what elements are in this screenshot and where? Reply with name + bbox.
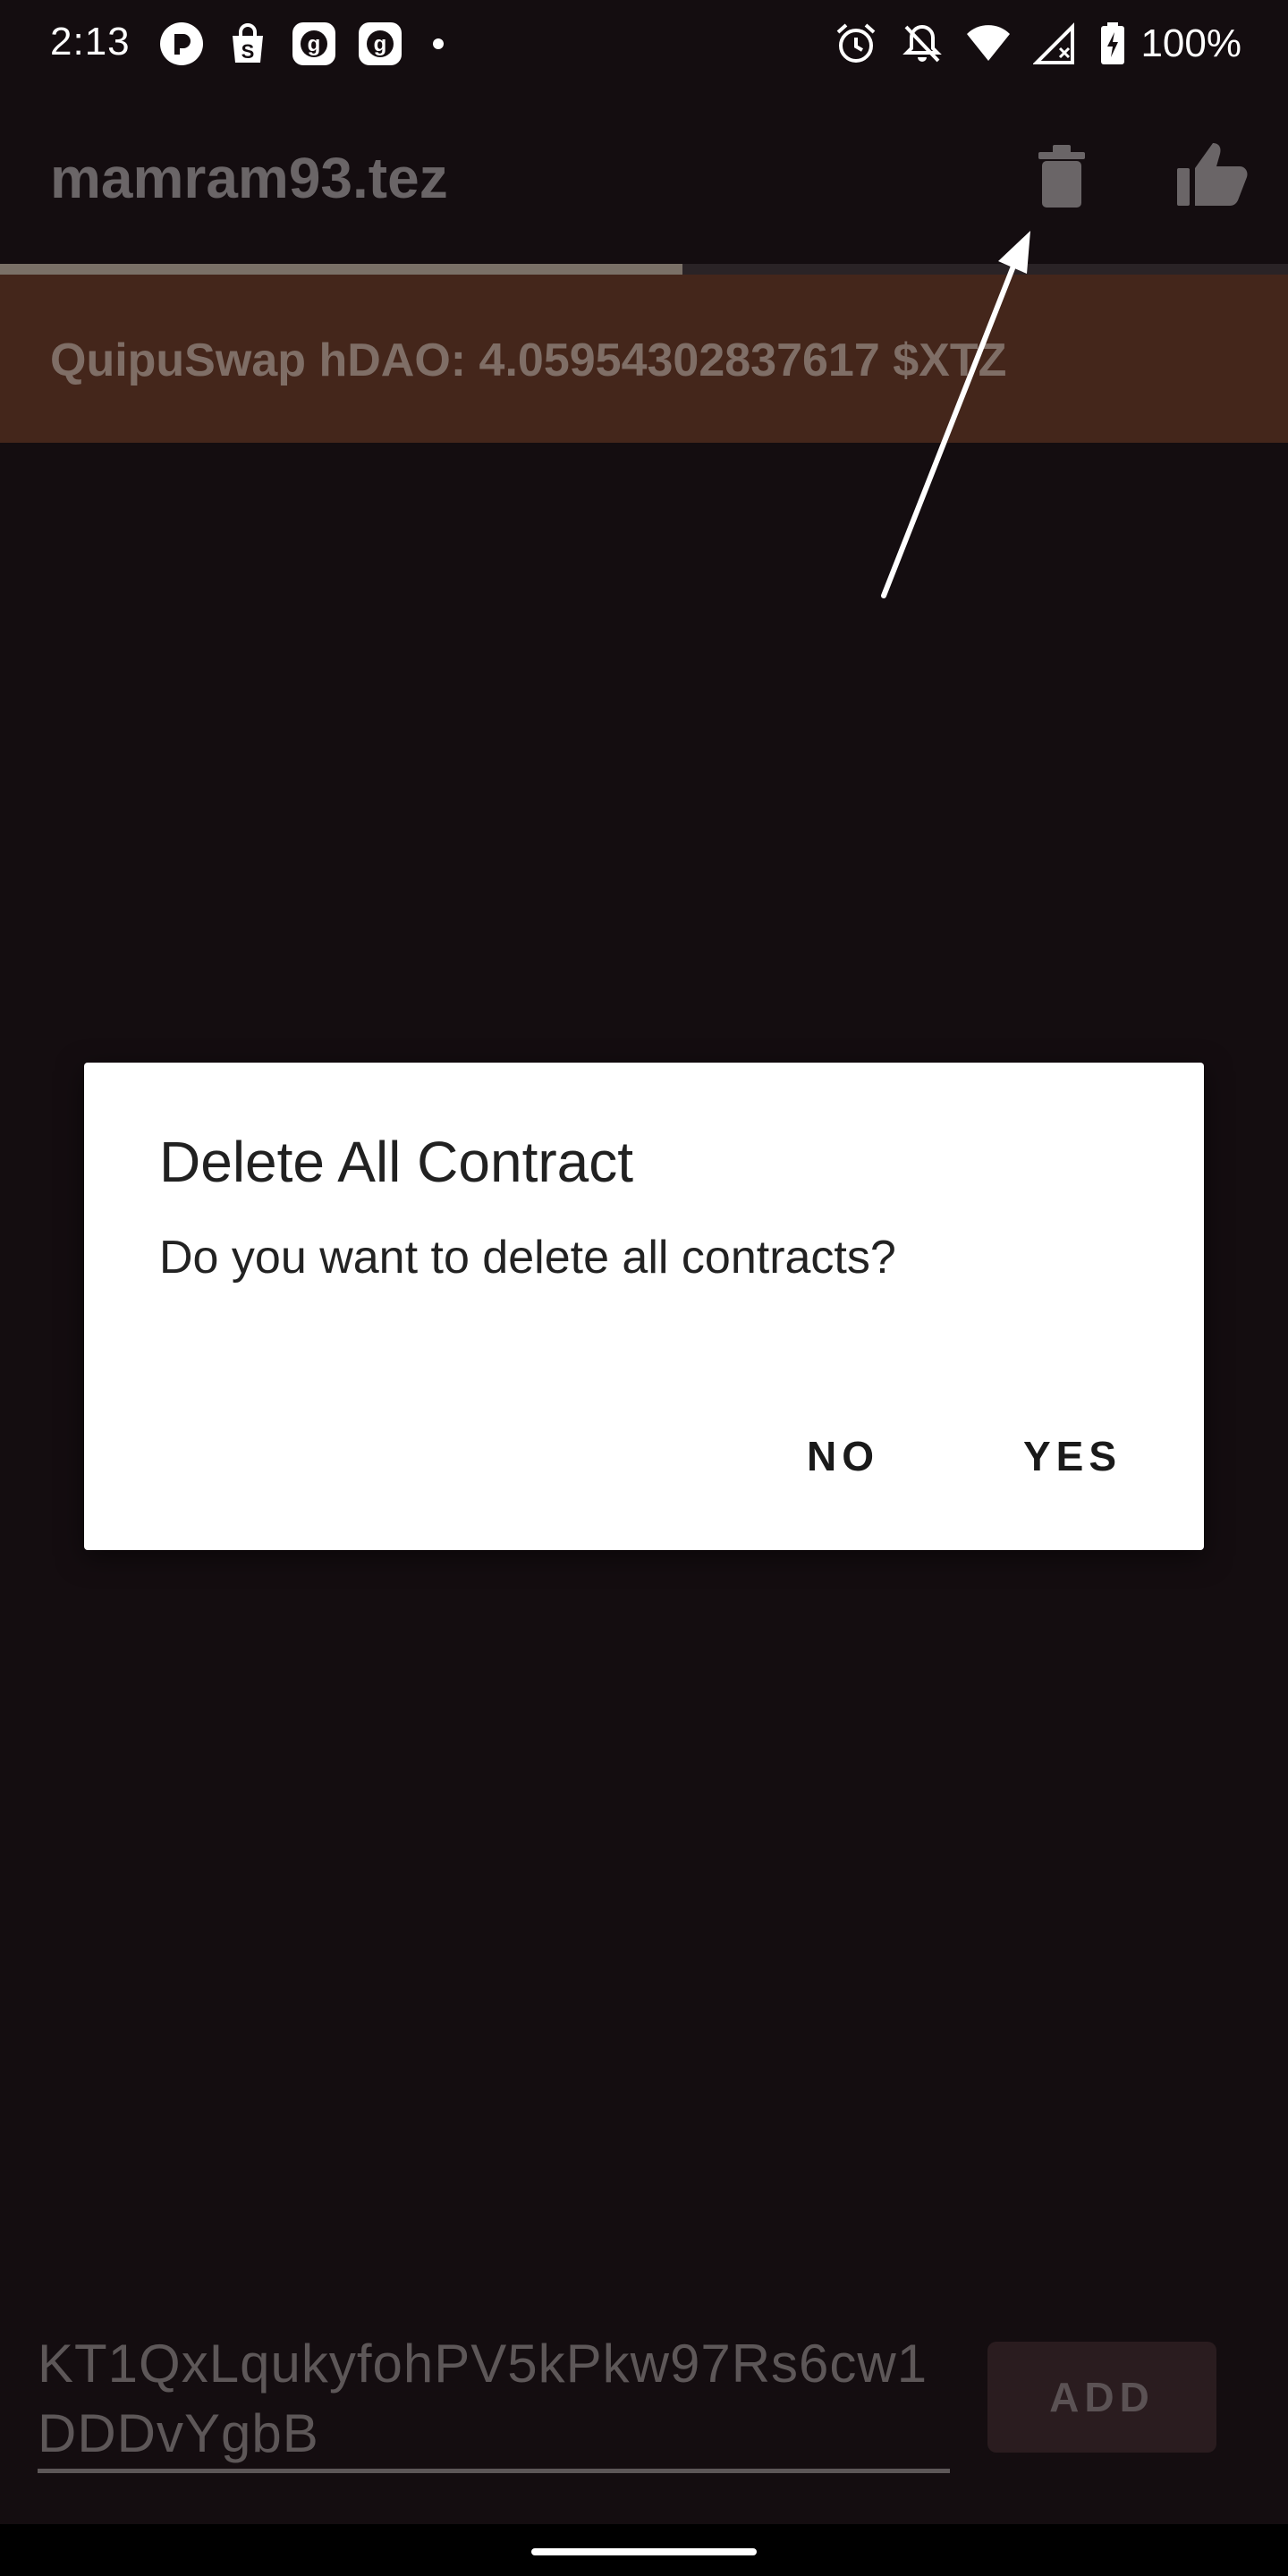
more-notifications-dot [433,38,444,49]
wifi-icon [967,25,1011,61]
add-button[interactable]: ADD [987,2342,1216,2453]
progress-fill [0,264,683,275]
svg-text:g: g [308,32,321,56]
status-time: 2:13 [50,20,131,64]
contract-list-item[interactable]: QuipuSwap hDAO: 4.05954302837617 $XTZ [0,275,1288,443]
contract-price-text: QuipuSwap hDAO: 4.05954302837617 $XTZ [50,335,1007,386]
app-bar: mamram93.tez [0,89,1288,264]
yes-button[interactable]: YES [998,1411,1147,1501]
app-title: mamram93.tez [50,146,448,210]
pocket-icon [160,22,203,65]
thumbs-up-icon[interactable] [1175,140,1249,208]
battery-charging-icon [1101,22,1125,64]
g-icon: g [359,22,402,65]
delete-confirmation-dialog: Delete All Contract Do you want to delet… [84,1063,1204,1550]
shopping-icon: S [233,23,263,63]
no-button[interactable]: NO [782,1411,904,1501]
delete-icon[interactable] [1035,141,1089,209]
battery-percentage: 100% [1140,21,1241,65]
loading-progress-bar [0,264,1288,275]
system-icons: 100% [835,21,1241,66]
notifications-off-icon [902,24,943,63]
input-underline [38,2469,950,2473]
notification-icons: S g g [159,21,444,66]
g-icon: g [292,22,335,65]
home-gesture-handle[interactable] [531,2548,757,2555]
status-bar: 2:13 S g g 100% [0,0,1288,89]
alarm-icon [837,23,876,63]
dialog-message: Do you want to delete all contracts? [159,1232,896,1284]
contract-address-input[interactable]: KT1QxLqukyfohPV5kPkw97Rs6cw1DDDvYgbB [38,2329,950,2469]
dialog-title: Delete All Contract [159,1130,634,1194]
svg-text:S: S [242,40,255,63]
navigation-bar [0,2524,1288,2576]
svg-text:g: g [374,32,387,56]
app-screen: 2:13 S g g 100% mamram93.tez QuipuSwap h… [0,0,1288,2576]
signal-icon [1033,22,1075,64]
